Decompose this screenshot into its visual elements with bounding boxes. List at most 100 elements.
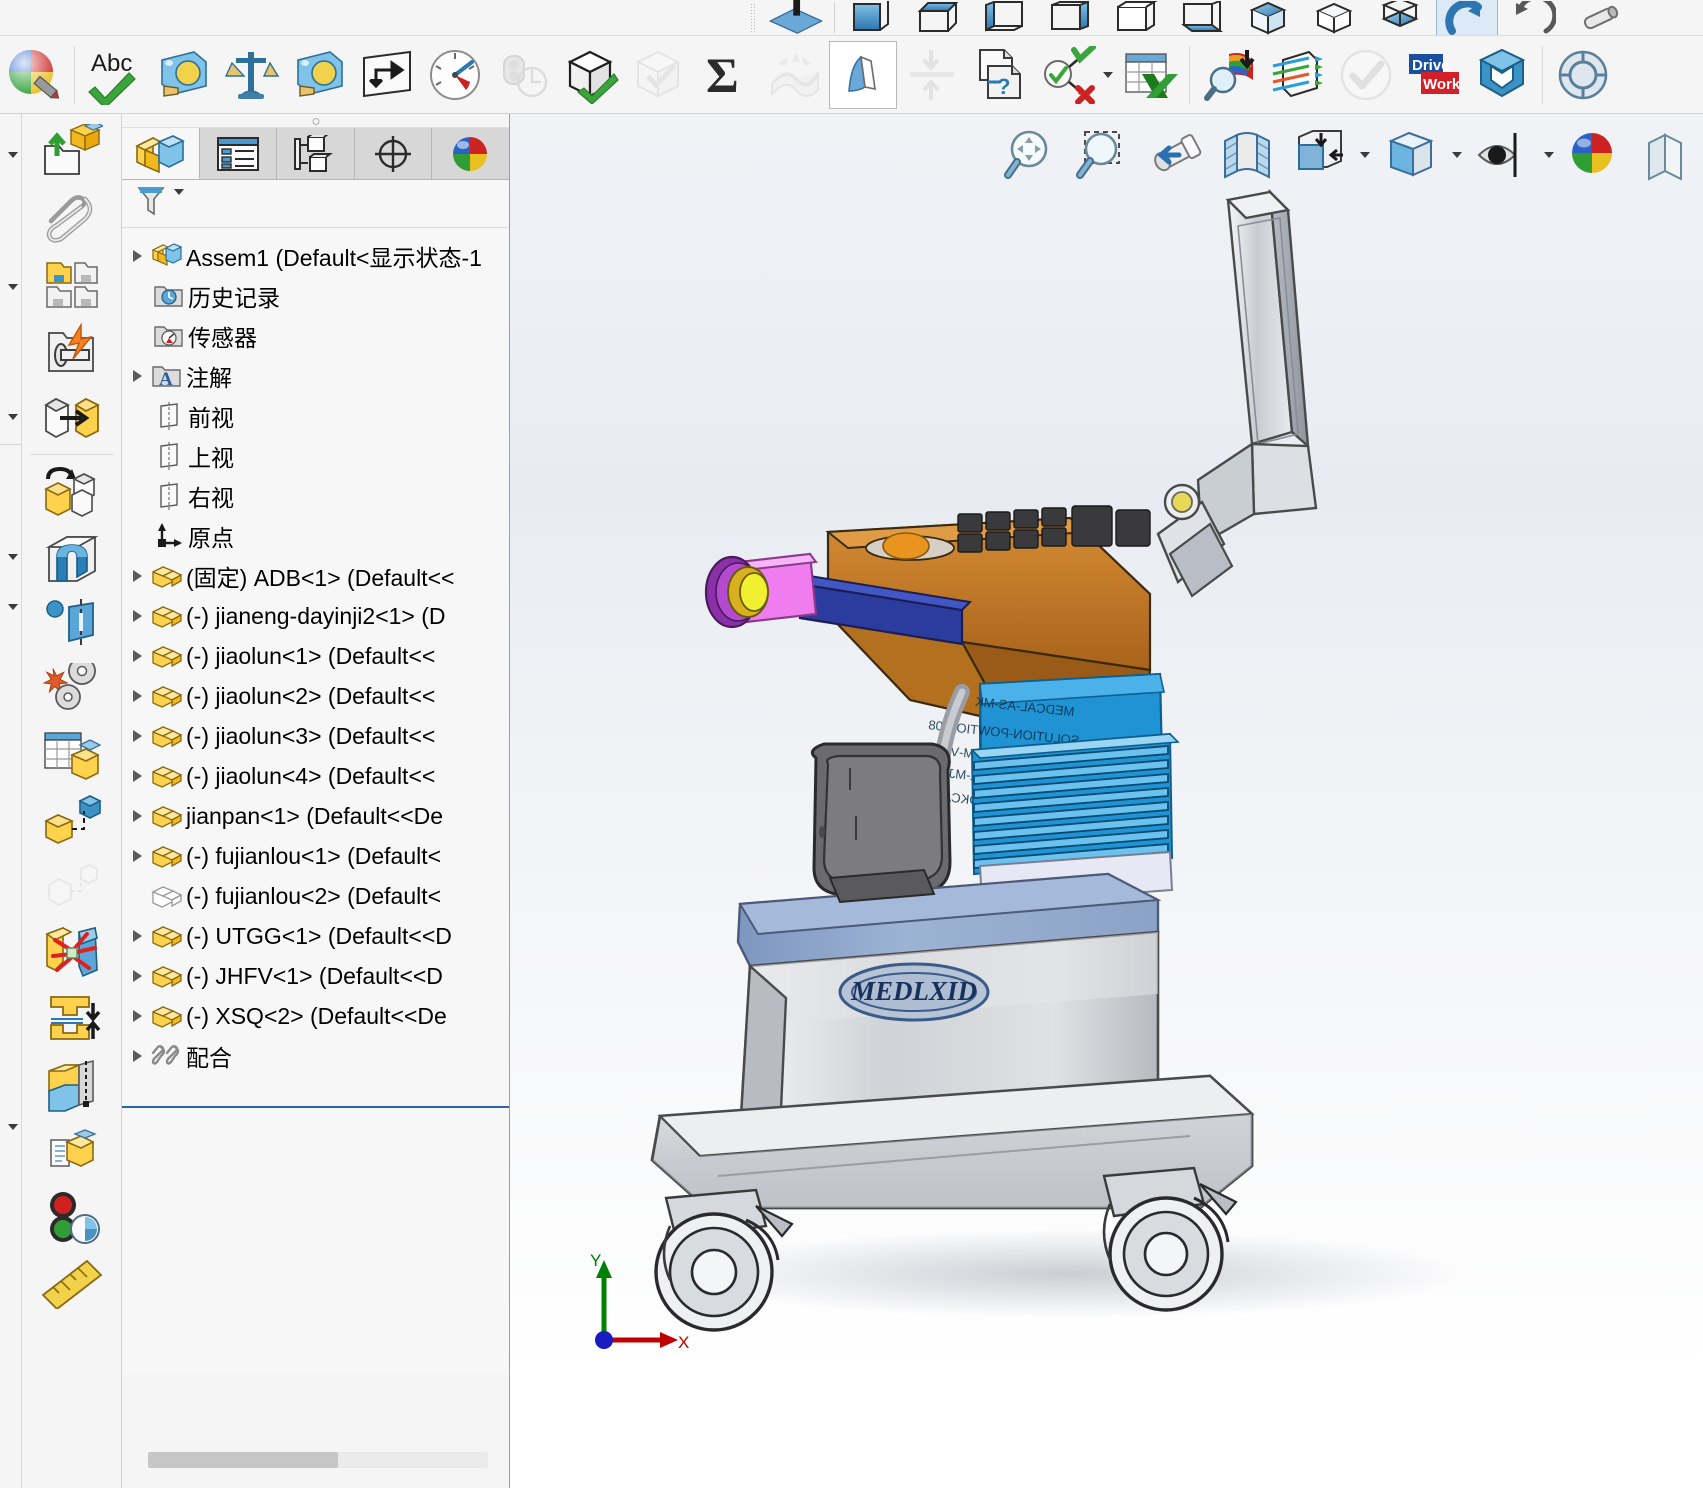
expand-arrow-icon[interactable] xyxy=(124,796,150,836)
interference-detection-icon[interactable] xyxy=(22,921,121,987)
equations-icon[interactable]: Σ xyxy=(693,39,761,111)
assembly-visualization-icon[interactable] xyxy=(22,1119,121,1185)
costing-icon[interactable] xyxy=(1549,39,1617,111)
tree-item-right-plane[interactable]: 右视 xyxy=(122,476,509,516)
expand-arrow-icon[interactable] xyxy=(124,236,150,276)
tab-display-manager[interactable] xyxy=(432,128,509,179)
roll-view-icon[interactable] xyxy=(1568,0,1630,35)
tree-item-component[interactable]: (-) UTGG<1> (Default<<D xyxy=(122,916,509,956)
expand-arrow-icon[interactable] xyxy=(124,596,150,636)
expand-arrow-icon[interactable] xyxy=(124,356,150,396)
tree-item-front-plane[interactable]: 前视 xyxy=(122,396,509,436)
ribbon-drag-grip[interactable] xyxy=(750,3,756,33)
isometric-view-icon[interactable] xyxy=(1238,0,1300,35)
expand-arrow-icon[interactable] xyxy=(124,996,150,1036)
appearances-icon[interactable] xyxy=(0,39,68,111)
left-view-icon[interactable] xyxy=(974,0,1036,35)
insert-components-icon[interactable] xyxy=(22,120,121,186)
exploded-view-icon[interactable] xyxy=(22,789,121,855)
linear-component-pattern-icon[interactable] xyxy=(22,252,121,318)
chevron-down-icon[interactable] xyxy=(8,284,18,290)
dfmxpress-icon[interactable] xyxy=(1468,39,1536,111)
tree-item-origin[interactable]: 原点 xyxy=(122,516,509,556)
top-view-icon[interactable] xyxy=(1106,0,1168,35)
right-view-icon[interactable] xyxy=(1040,0,1102,35)
check-sketch-icon[interactable] xyxy=(1033,39,1101,111)
expand-arrow-icon[interactable] xyxy=(124,716,150,756)
chevron-down-icon[interactable] xyxy=(8,414,18,420)
tab-configuration-manager[interactable] xyxy=(277,128,355,179)
trimetric-view-icon[interactable] xyxy=(1304,0,1366,35)
check-geometry-icon[interactable] xyxy=(557,39,625,111)
chevron-down-icon[interactable] xyxy=(1101,39,1115,111)
panel-drag-handle[interactable] xyxy=(122,114,509,128)
sustainability-icon[interactable] xyxy=(1332,39,1400,111)
expand-arrow-icon[interactable] xyxy=(124,836,150,876)
filter-icon[interactable] xyxy=(136,184,166,223)
bill-of-materials-icon[interactable] xyxy=(22,723,121,789)
tree-item-component[interactable]: (固定) ADB<1> (Default<< xyxy=(122,556,509,596)
performance-evaluation2-icon[interactable] xyxy=(22,1185,121,1251)
tree-item-mates[interactable]: 配合 xyxy=(122,1036,509,1076)
measure-icon[interactable] xyxy=(149,39,217,111)
expand-arrow-icon[interactable] xyxy=(124,676,150,716)
move-component-icon[interactable] xyxy=(22,384,121,450)
clearance-verification-icon[interactable] xyxy=(22,987,121,1053)
bottom-view-icon[interactable] xyxy=(1172,0,1234,35)
performance-evaluation-icon[interactable] xyxy=(421,39,489,111)
tree-item-component-hidden[interactable]: (-) fujianlou<2> (Default< xyxy=(122,876,509,916)
simulation-xpress-icon[interactable] xyxy=(1196,39,1264,111)
chevron-down-icon[interactable] xyxy=(8,152,18,158)
expand-arrow-icon[interactable] xyxy=(124,556,150,596)
filter-dropdown-icon[interactable] xyxy=(174,188,184,213)
expand-arrow-icon[interactable] xyxy=(124,636,150,676)
tree-item-component[interactable]: (-) fujianlou<1> (Default< xyxy=(122,836,509,876)
tree-item-annotations[interactable]: A 注解 xyxy=(122,356,509,396)
normal-to-icon[interactable] xyxy=(765,0,827,35)
import-diagnostics-icon[interactable]: ? xyxy=(965,39,1033,111)
new-motion-study-icon[interactable] xyxy=(22,657,121,723)
expand-arrow-icon[interactable] xyxy=(124,956,150,996)
tree-item-component[interactable]: (-) jiaolun<1> (Default<< xyxy=(122,636,509,676)
tree-item-component[interactable]: (-) jiaolun<3> (Default<< xyxy=(122,716,509,756)
dimetric-view-icon[interactable] xyxy=(1370,0,1432,35)
smart-fasteners-icon[interactable] xyxy=(22,318,121,384)
zebra-stripes-icon[interactable] xyxy=(829,40,897,109)
previous-view-icon[interactable] xyxy=(1436,0,1498,35)
graphics-viewport[interactable]: MEDCAL-AS-MK SOLUTION-POWTION-08 AAGOCAL… xyxy=(510,114,1703,1374)
measure2-icon[interactable] xyxy=(22,1251,121,1317)
tree-horizontal-scrollbar[interactable] xyxy=(148,1452,488,1468)
design-tree[interactable]: Assem1 (Default<显示状态-1 历史记录 传感器 A 注解 前视 … xyxy=(122,228,509,1488)
chevron-down-icon[interactable] xyxy=(8,1124,18,1130)
chevron-down-icon[interactable] xyxy=(8,604,18,610)
tree-item-sensors[interactable]: 传感器 xyxy=(122,316,509,356)
compare-documents-icon[interactable] xyxy=(489,39,557,111)
tree-item-component[interactable]: (-) jiaolun<2> (Default<< xyxy=(122,676,509,716)
tree-item-history[interactable]: 历史记录 xyxy=(122,276,509,316)
reference-geometry-icon[interactable] xyxy=(22,591,121,657)
tree-item-component[interactable]: jianpan<1> (Default<<De xyxy=(122,796,509,836)
explode-line-sketch-icon[interactable] xyxy=(22,855,121,921)
tree-item-top-plane[interactable]: 上视 xyxy=(122,436,509,476)
curvature-icon[interactable] xyxy=(761,39,829,111)
tree-item-component[interactable]: (-) jianeng-dayinji2<1> (D xyxy=(122,596,509,636)
chevron-down-icon[interactable] xyxy=(8,554,18,560)
spell-check-icon[interactable]: Abc xyxy=(81,39,149,111)
replace-components-icon[interactable] xyxy=(22,459,121,525)
tree-item-root[interactable]: Assem1 (Default<显示状态-1 xyxy=(122,236,509,276)
back-view-icon[interactable] xyxy=(908,0,970,35)
mate-icon[interactable] xyxy=(22,186,121,252)
front-view-icon[interactable] xyxy=(842,0,904,35)
tree-item-component[interactable]: (-) JHFV<1> (Default<<D xyxy=(122,956,509,996)
design-study-icon[interactable] xyxy=(1115,39,1183,111)
tree-item-component[interactable]: (-) jiaolun<4> (Default<< xyxy=(122,756,509,796)
tab-property-manager[interactable] xyxy=(200,128,278,179)
thickness-analysis-icon[interactable] xyxy=(897,39,965,111)
driveworks-xpress-icon[interactable]: Drive Works xyxy=(1400,39,1468,111)
expand-arrow-icon[interactable] xyxy=(124,756,150,796)
mass-properties-icon[interactable] xyxy=(217,39,285,111)
sensor-plane-icon[interactable] xyxy=(353,39,421,111)
section-measure-icon[interactable] xyxy=(285,39,353,111)
assembly-features-icon[interactable] xyxy=(22,525,121,591)
expand-arrow-icon[interactable] xyxy=(124,916,150,956)
